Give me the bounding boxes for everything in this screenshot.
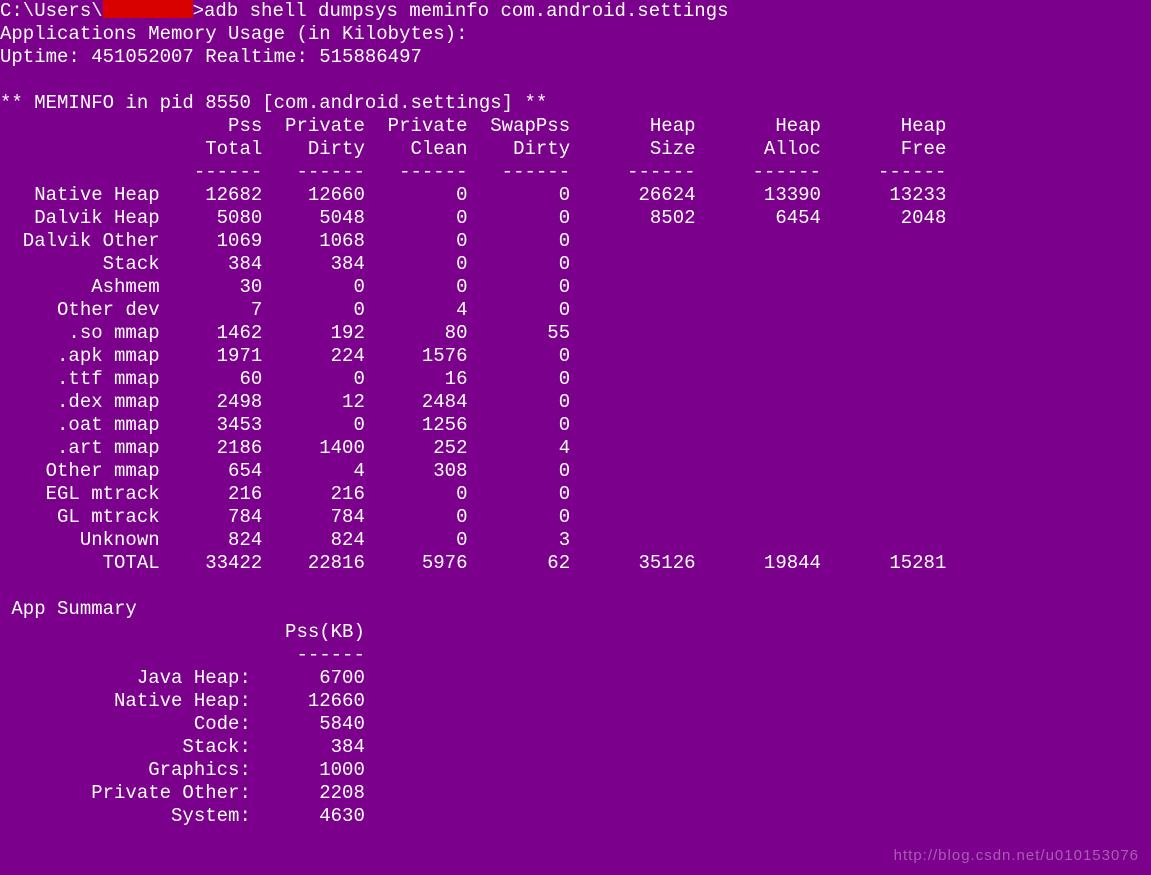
terminal-output: C:\Users\>adb shell dumpsys meminfo com.… (0, 0, 1151, 828)
redacted-username (103, 0, 193, 18)
watermark-text: http://blog.csdn.net/u010153076 (894, 844, 1139, 867)
